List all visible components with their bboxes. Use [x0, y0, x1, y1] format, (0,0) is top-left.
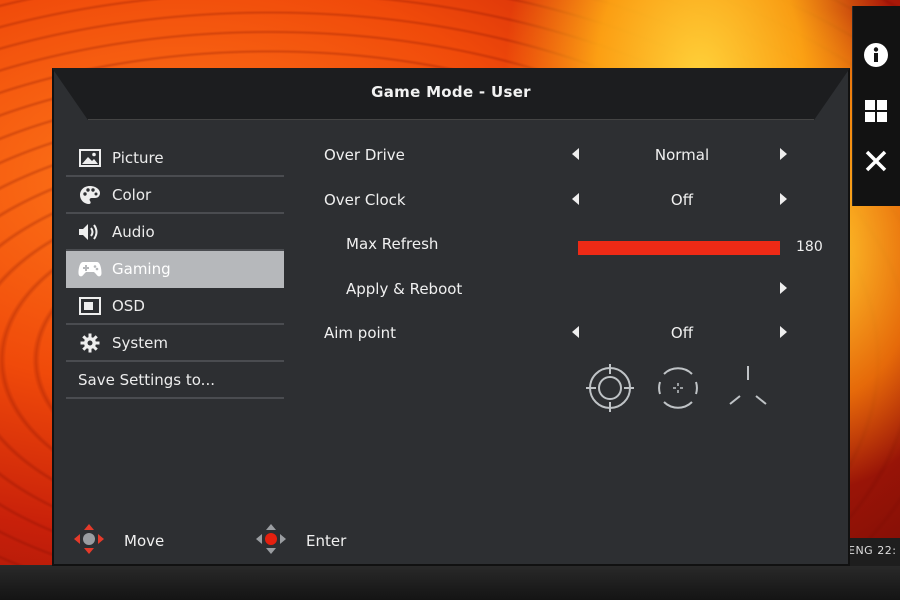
- picture-icon: [78, 148, 102, 168]
- crosshair-icon-2[interactable]: [654, 364, 702, 412]
- taskbar-text: ENG 22:: [848, 544, 897, 557]
- speaker-icon: [78, 222, 102, 242]
- sidebar-item-audio[interactable]: Audio: [66, 214, 284, 251]
- arrow-right-icon[interactable]: [780, 281, 787, 294]
- hint-enter: Enter: [254, 522, 346, 560]
- setting-max-refresh[interactable]: Max Refresh 180: [324, 229, 834, 274]
- sidebar-item-system[interactable]: System: [66, 325, 284, 362]
- dpad-enter-icon: [254, 522, 288, 560]
- setting-label: Max Refresh: [346, 235, 439, 253]
- sidebar-item-save-settings[interactable]: Save Settings to...: [66, 362, 284, 399]
- setting-label: Over Drive: [324, 146, 405, 164]
- aim-point-options: [586, 364, 776, 414]
- sidebar-item-label: System: [112, 333, 168, 352]
- arrow-left-icon[interactable]: [572, 326, 579, 338]
- sidebar-item-label: Picture: [112, 148, 164, 167]
- grid-icon[interactable]: [863, 98, 889, 124]
- arrow-left-icon[interactable]: [572, 192, 579, 205]
- setting-label: Apply & Reboot: [346, 279, 463, 298]
- dpad-move-icon: [72, 522, 106, 560]
- setting-value: Off: [670, 324, 694, 342]
- osd-icon: [78, 296, 102, 316]
- sidebar-item-gaming[interactable]: Gaming: [66, 251, 284, 288]
- crosshair-icon-1[interactable]: [586, 364, 634, 412]
- close-icon[interactable]: [863, 148, 889, 174]
- osd-sidebar: Picture Color Audio Gaming OSD System Sa…: [66, 140, 284, 399]
- sidebar-item-color[interactable]: Color: [66, 177, 284, 214]
- info-icon[interactable]: [863, 42, 889, 68]
- setting-label: Over Clock: [324, 190, 406, 209]
- hint-label: Move: [124, 532, 165, 550]
- palette-icon: [78, 185, 102, 205]
- setting-apply-reboot[interactable]: Apply & Reboot: [324, 274, 834, 319]
- osd-window: Game Mode - User Picture Color Audio Gam…: [52, 68, 850, 566]
- monitor-bezel: [0, 565, 900, 600]
- gamepad-icon: [78, 259, 102, 279]
- crosshair-icon-3[interactable]: [724, 364, 772, 412]
- osd-title-bar: Game Mode - User: [52, 68, 850, 120]
- sidebar-item-picture[interactable]: Picture: [66, 140, 284, 177]
- sidebar-item-label: Audio: [112, 222, 155, 241]
- hint-move: Move: [72, 522, 164, 560]
- setting-aim-point[interactable]: Aim point Off: [324, 318, 834, 363]
- sidebar-item-label: OSD: [112, 296, 145, 315]
- sidebar-item-osd[interactable]: OSD: [66, 288, 284, 325]
- quick-panel: [852, 6, 900, 206]
- sidebar-item-label: Gaming: [112, 259, 171, 278]
- setting-value: 180: [796, 239, 823, 255]
- arrow-left-icon[interactable]: [572, 148, 579, 160]
- arrow-right-icon[interactable]: [780, 326, 787, 338]
- setting-label: Aim point: [324, 324, 397, 342]
- gear-icon: [78, 333, 102, 353]
- sidebar-item-label: Save Settings to...: [78, 370, 215, 389]
- setting-over-clock[interactable]: Over Clock Off: [324, 185, 834, 230]
- arrow-right-icon[interactable]: [780, 148, 787, 160]
- setting-value: Off: [670, 190, 694, 209]
- setting-value: Normal: [654, 146, 710, 164]
- hint-label: Enter: [306, 532, 347, 550]
- setting-over-drive[interactable]: Over Drive Normal: [324, 140, 834, 185]
- max-refresh-slider[interactable]: [578, 241, 780, 255]
- sidebar-item-label: Color: [112, 185, 152, 204]
- settings-panel: Over Drive Normal Over Clock Off Max Ref…: [324, 140, 834, 363]
- arrow-right-icon[interactable]: [780, 192, 787, 205]
- osd-title: Game Mode - User: [371, 83, 531, 101]
- osd-footer: Move Enter: [52, 514, 850, 566]
